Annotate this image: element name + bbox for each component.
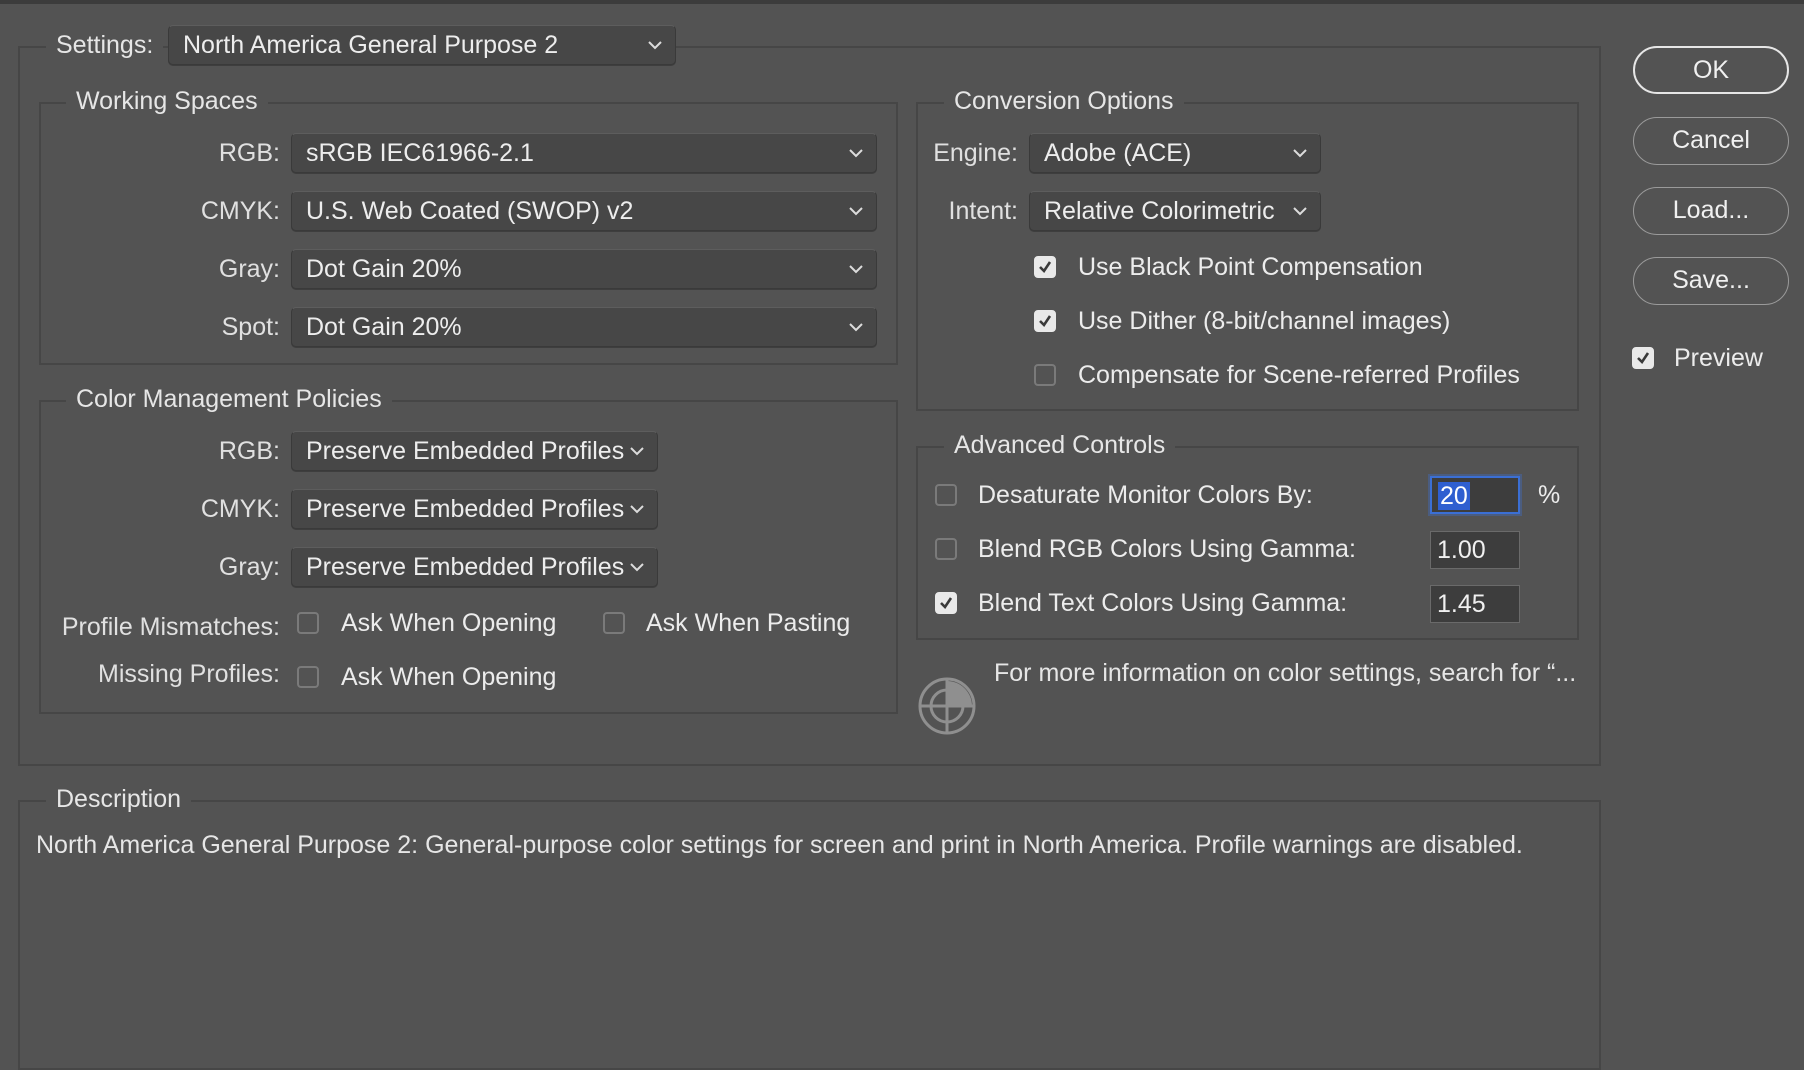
ws-cmyk-value: U.S. Web Coated (SWOP) v2: [306, 197, 634, 225]
blend-rgb-checkbox[interactable]: [935, 538, 957, 560]
ws-spot-label: Spot:: [221, 313, 280, 341]
dither-label: Use Dither (8-bit/channel images): [1078, 307, 1451, 335]
ws-rgb-label: RGB:: [218, 139, 280, 167]
engine-label: Engine:: [933, 139, 1018, 167]
working-spaces-title: Working Spaces: [66, 86, 268, 116]
description-title: Description: [46, 784, 192, 814]
chevron-down-icon: [849, 323, 863, 332]
mismatch-ask-opening-checkbox[interactable]: [297, 612, 319, 634]
ok-button[interactable]: OK: [1633, 46, 1789, 94]
chevron-down-icon: [1293, 149, 1307, 158]
policy-gray-label: Gray:: [218, 553, 280, 581]
ws-rgb-value: sRGB IEC61966-2.1: [306, 139, 534, 167]
color-settings-info-icon: [918, 677, 976, 735]
checkmark-icon: [940, 597, 953, 610]
scene-referred-label: Compensate for Scene-referred Profiles: [1078, 361, 1520, 389]
desaturate-label: Desaturate Monitor Colors By:: [978, 481, 1313, 509]
conversion-title: Conversion Options: [944, 86, 1184, 116]
chevron-down-icon: [849, 265, 863, 274]
intent-select[interactable]: Relative Colorimetric: [1029, 191, 1321, 231]
black-point-label: Use Black Point Compensation: [1078, 253, 1423, 281]
blend-text-label: Blend Text Colors Using Gamma:: [978, 589, 1348, 617]
policy-gray-value: Preserve Embedded Profiles: [306, 553, 625, 581]
checkmark-icon: [1039, 261, 1052, 274]
ws-spot-value: Dot Gain 20%: [306, 313, 462, 341]
blend-text-input[interactable]: 1.45: [1430, 585, 1520, 623]
engine-value: Adobe (ACE): [1044, 139, 1192, 167]
desaturate-value: 20: [1438, 482, 1470, 510]
desaturate-input[interactable]: 20: [1430, 476, 1520, 514]
chevron-down-icon: [648, 41, 662, 50]
ws-cmyk-label: CMYK:: [200, 197, 280, 225]
preview-label: Preview: [1674, 344, 1763, 372]
settings-select-value: North America General Purpose 2: [183, 31, 559, 59]
chevron-down-icon: [630, 505, 644, 514]
blend-rgb-label: Blend RGB Colors Using Gamma:: [978, 535, 1356, 563]
advanced-title: Advanced Controls: [944, 430, 1176, 460]
missing-profiles-label: Missing Profiles:: [98, 660, 280, 688]
mismatch-ask-pasting-label: Ask When Pasting: [646, 609, 851, 637]
load-button[interactable]: Load...: [1633, 187, 1789, 235]
chevron-down-icon: [1293, 207, 1307, 216]
policy-cmyk-label: CMYK:: [200, 495, 280, 523]
policy-cmyk-select[interactable]: Preserve Embedded Profiles: [291, 489, 658, 529]
intent-label: Intent:: [948, 197, 1019, 225]
percent-unit: %: [1538, 481, 1561, 509]
chevron-down-icon: [849, 207, 863, 216]
ws-gray-select[interactable]: Dot Gain 20%: [291, 249, 877, 289]
intent-value: Relative Colorimetric: [1044, 197, 1275, 225]
description-text: North America General Purpose 2: General…: [36, 831, 1523, 859]
mismatch-ask-pasting-checkbox[interactable]: [603, 612, 625, 634]
policy-rgb-select[interactable]: Preserve Embedded Profiles: [291, 431, 658, 471]
ws-gray-label: Gray:: [218, 255, 280, 283]
settings-label: Settings:: [46, 30, 164, 60]
blend-text-checkbox[interactable]: [935, 592, 957, 614]
cancel-button[interactable]: Cancel: [1633, 117, 1789, 165]
chevron-down-icon: [630, 563, 644, 572]
ws-spot-select[interactable]: Dot Gain 20%: [291, 307, 877, 347]
scene-referred-checkbox[interactable]: [1034, 364, 1056, 386]
ws-gray-value: Dot Gain 20%: [306, 255, 462, 283]
profile-mismatches-label: Profile Mismatches:: [61, 613, 280, 641]
policy-rgb-value: Preserve Embedded Profiles: [306, 437, 625, 465]
checkmark-icon: [1637, 352, 1650, 365]
missing-ask-opening-checkbox[interactable]: [297, 666, 319, 688]
policy-gray-select[interactable]: Preserve Embedded Profiles: [291, 547, 658, 587]
policy-cmyk-value: Preserve Embedded Profiles: [306, 495, 625, 523]
ws-cmyk-select[interactable]: U.S. Web Coated (SWOP) v2: [291, 191, 877, 231]
missing-ask-opening-label: Ask When Opening: [341, 663, 557, 691]
ws-rgb-select[interactable]: sRGB IEC61966-2.1: [291, 133, 877, 173]
info-text: For more information on color settings, …: [994, 659, 1577, 687]
dither-checkbox[interactable]: [1034, 310, 1056, 332]
mismatch-ask-opening-label: Ask When Opening: [341, 609, 557, 637]
desaturate-checkbox[interactable]: [935, 484, 957, 506]
window-top-edge: [0, 0, 1804, 4]
policy-rgb-label: RGB:: [218, 437, 280, 465]
settings-select[interactable]: North America General Purpose 2: [168, 25, 676, 65]
save-button[interactable]: Save...: [1633, 257, 1789, 305]
blend-rgb-input[interactable]: 1.00: [1430, 531, 1520, 569]
chevron-down-icon: [630, 447, 644, 456]
policies-title: Color Management Policies: [66, 384, 392, 414]
preview-checkbox[interactable]: [1632, 347, 1654, 369]
engine-select[interactable]: Adobe (ACE): [1029, 133, 1321, 173]
checkmark-icon: [1039, 315, 1052, 328]
chevron-down-icon: [849, 149, 863, 158]
black-point-checkbox[interactable]: [1034, 256, 1056, 278]
